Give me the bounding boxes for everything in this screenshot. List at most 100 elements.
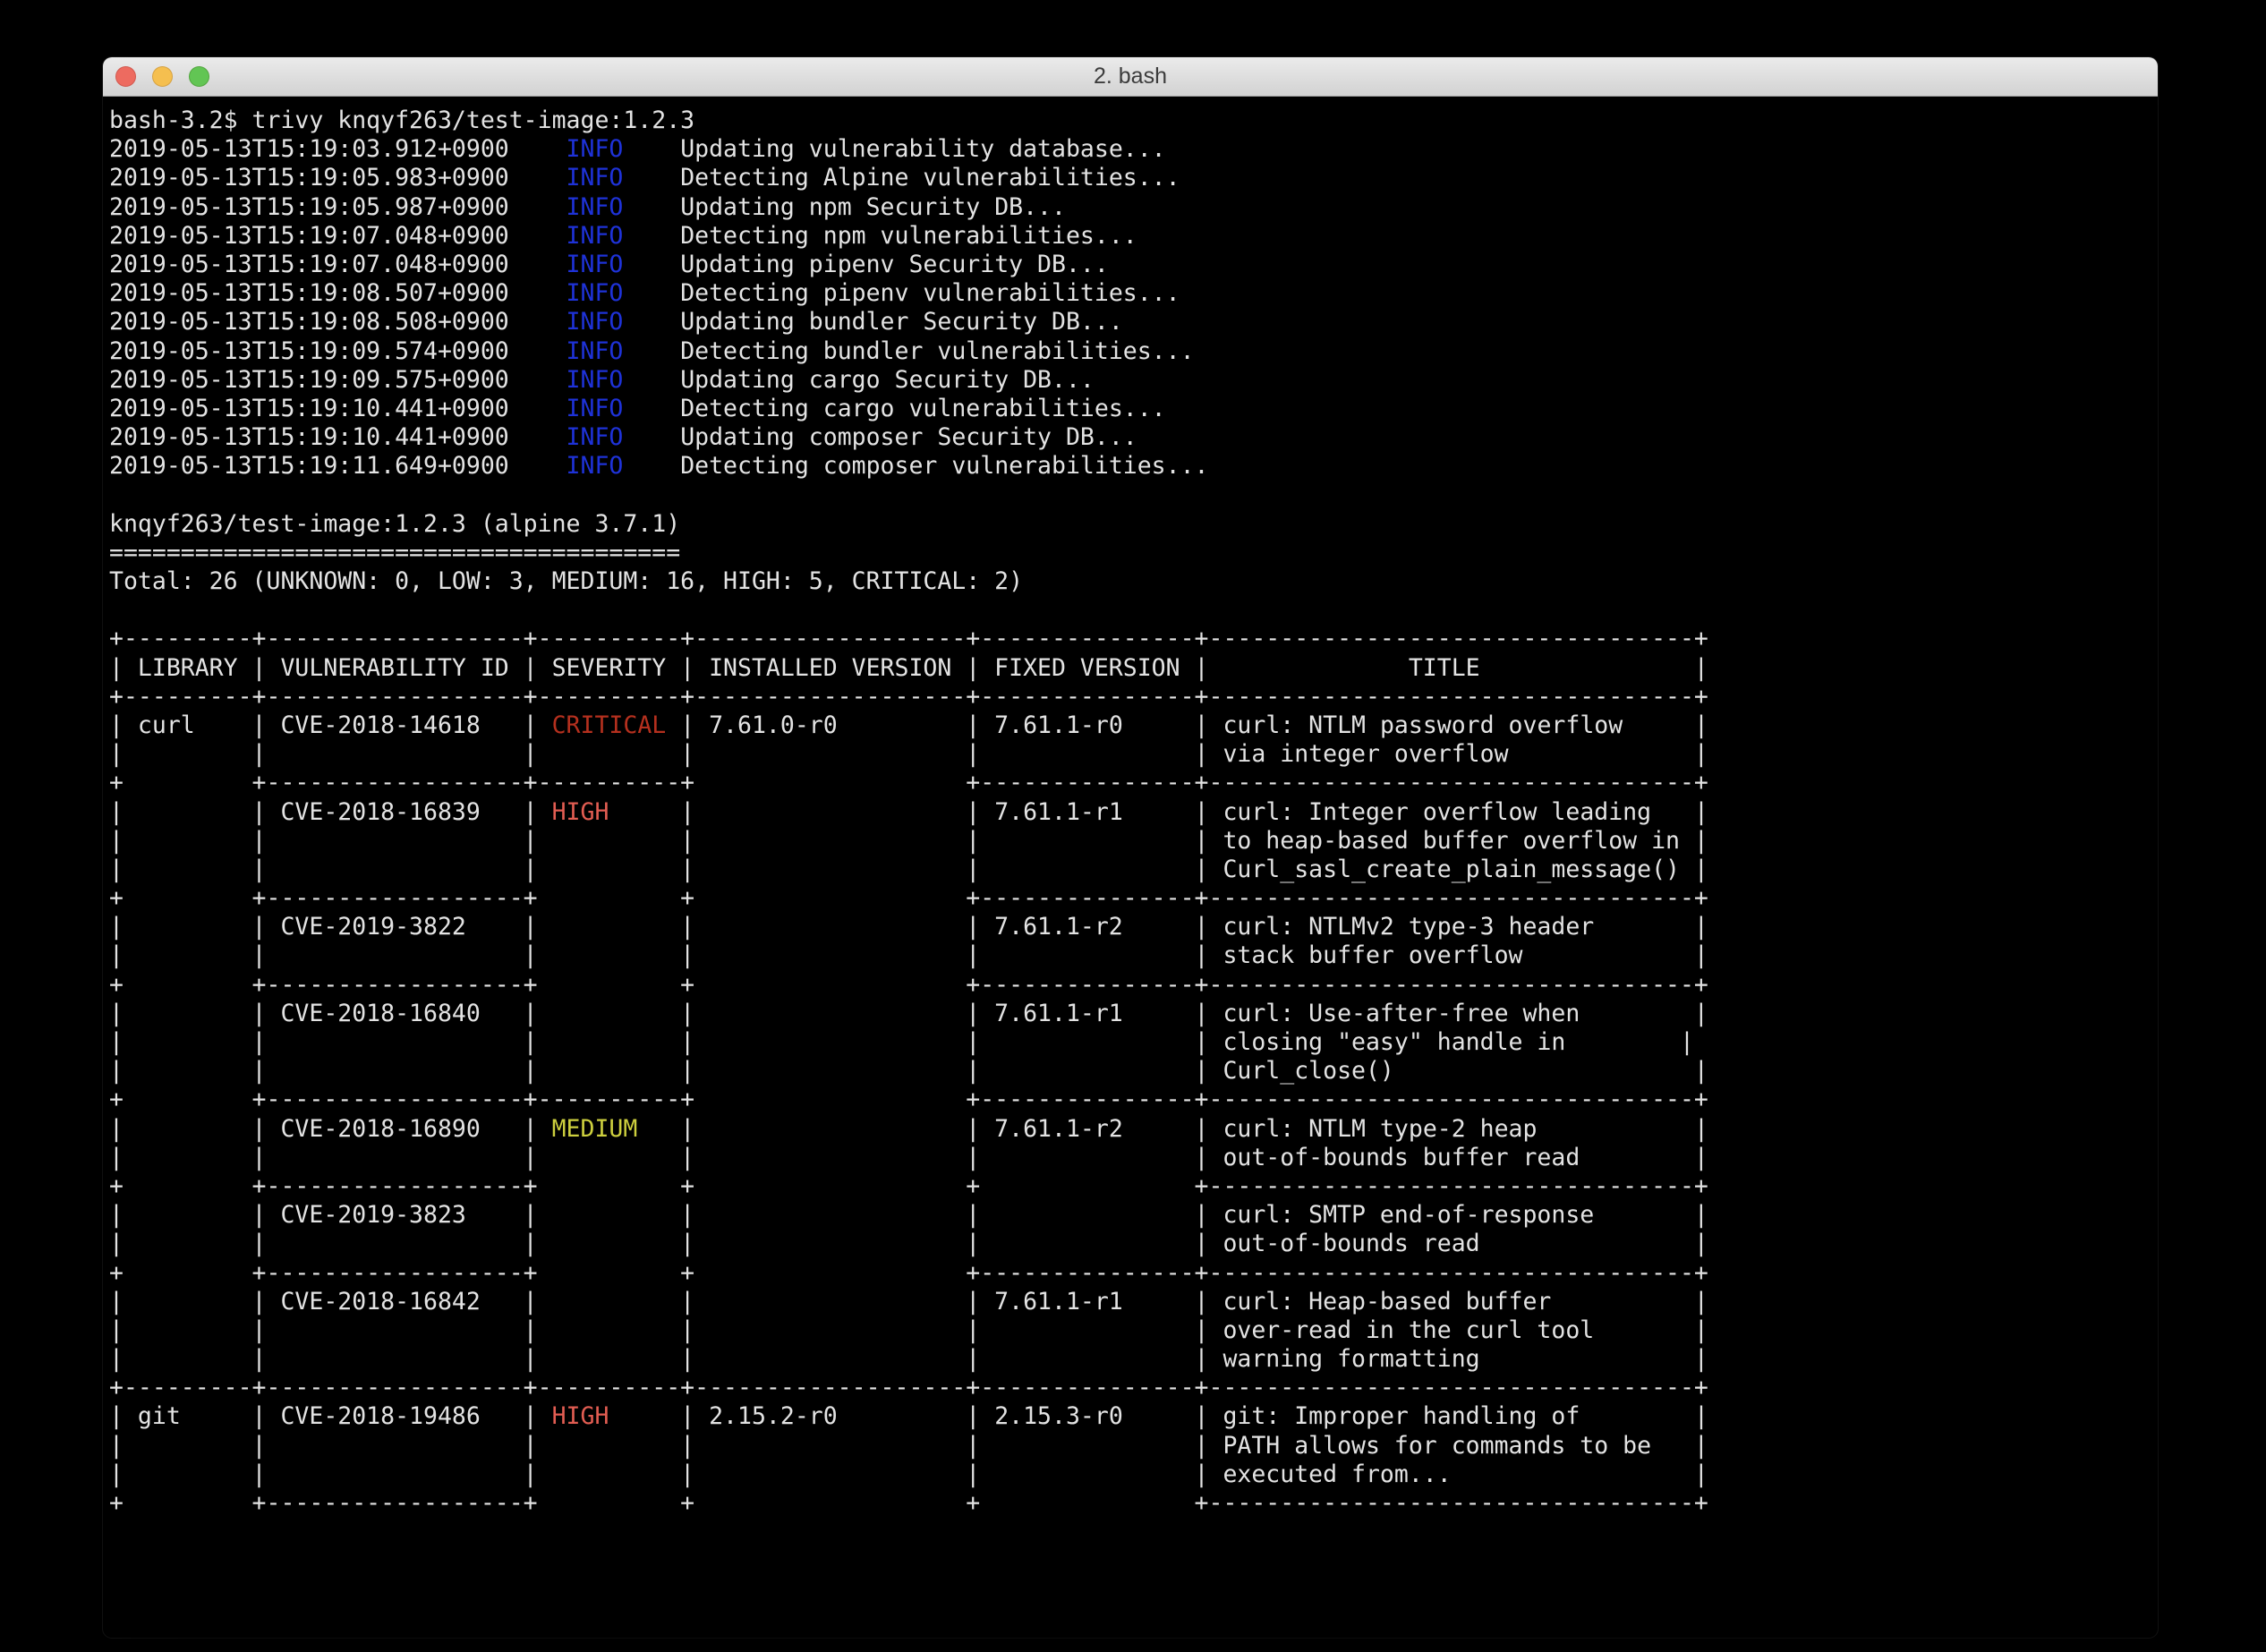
terminal-output[interactable]: bash-3.2$ trivy knqyf263/test-image:1.2.… <box>103 97 2158 1638</box>
terminal-text: +---------+------------------+----------… <box>109 1374 1708 1401</box>
terminal-text: | | CVE-2019-3823 | | | | curl: SMTP end… <box>109 1201 1708 1229</box>
terminal-text: Detecting cargo vulnerabilities... <box>623 395 1165 422</box>
terminal-line: bash-3.2$ trivy knqyf263/test-image:1.2.… <box>109 106 2158 135</box>
terminal-text: +---------+------------------+----------… <box>109 683 1708 711</box>
terminal-line: | | | | | | warning formatting | <box>109 1345 2158 1374</box>
terminal-text: 2019-05-13T15:19:08.508+0900 <box>109 308 566 336</box>
terminal-text: | | CVE-2019-3822 | | | 7.61.1-r2 | curl… <box>109 913 1708 941</box>
terminal-text: Updating pipenv Security DB... <box>623 251 1108 278</box>
terminal-text: +---------+------------------+----------… <box>109 625 1708 652</box>
info-text: INFO <box>566 164 624 192</box>
terminal-text: | | 7.61.1-r1 | curl: Integer overflow l… <box>609 798 1708 826</box>
terminal-text: ======================================== <box>109 539 680 566</box>
terminal-line: 2019-05-13T15:19:10.441+0900 INFO Detect… <box>109 395 2158 423</box>
terminal-line: | | CVE-2019-3823 | | | | curl: SMTP end… <box>109 1201 2158 1230</box>
terminal-text: Detecting npm vulnerabilities... <box>623 222 1137 250</box>
terminal-line: 2019-05-13T15:19:09.575+0900 INFO Updati… <box>109 366 2158 395</box>
terminal-text: 2019-05-13T15:19:07.048+0900 <box>109 251 566 278</box>
terminal-window: 2. bash bash-3.2$ trivy knqyf263/test-im… <box>103 57 2158 1638</box>
terminal-line: | | | | | | Curl_close() | <box>109 1057 2158 1086</box>
terminal-text: | | | | | | PATH allows for commands to … <box>109 1432 1708 1460</box>
terminal-line: + +------------------+ + +--------------… <box>109 971 2158 1000</box>
terminal-text: | git | CVE-2018-19486 | <box>109 1402 552 1430</box>
terminal-line: 2019-05-13T15:19:10.441+0900 INFO Updati… <box>109 423 2158 452</box>
terminal-line: | | | | | | stack buffer overflow | <box>109 941 2158 970</box>
info-text: INFO <box>566 452 624 480</box>
info-text: INFO <box>566 135 624 163</box>
terminal-line: | | | | | | closing "easy" handle in | <box>109 1028 2158 1057</box>
terminal-text: Updating cargo Security DB... <box>623 366 1095 394</box>
terminal-text: | | | | | | to heap-based buffer overflo… <box>109 827 1708 855</box>
zoom-button[interactable] <box>189 66 209 87</box>
info-text: INFO <box>566 337 624 365</box>
terminal-text: | | CVE-2018-16839 | <box>109 798 552 826</box>
info-text: INFO <box>566 366 624 394</box>
medium-text: MEDIUM <box>552 1115 638 1143</box>
terminal-line: | | | | | | to heap-based buffer overflo… <box>109 827 2158 856</box>
terminal-line: | | CVE-2018-16839 | HIGH | | 7.61.1-r1 … <box>109 798 2158 827</box>
terminal-text: knqyf263/test-image:1.2.3 (alpine 3.7.1) <box>109 510 680 538</box>
terminal-text: 2019-05-13T15:19:07.048+0900 <box>109 222 566 250</box>
terminal-text: + +------------------+ + + +------------… <box>109 1172 1708 1200</box>
close-button[interactable] <box>115 66 136 87</box>
terminal-text: | | | | | | warning formatting | <box>109 1345 1708 1373</box>
window-titlebar[interactable]: 2. bash <box>103 57 2158 97</box>
terminal-text: | | | | | | executed from... | <box>109 1460 1708 1488</box>
terminal-line: ======================================== <box>109 539 2158 567</box>
info-text: INFO <box>566 279 624 307</box>
terminal-line: | | | | | | PATH allows for commands to … <box>109 1432 2158 1460</box>
terminal-text: Detecting composer vulnerabilities... <box>623 452 1208 480</box>
terminal-text: | 7.61.0-r0 | 7.61.1-r0 | curl: NTLM pas… <box>666 711 1708 739</box>
terminal-text: | | | | | | stack buffer overflow | <box>109 941 1708 969</box>
terminal-text: 2019-05-13T15:19:08.507+0900 <box>109 279 566 307</box>
minimize-button[interactable] <box>152 66 173 87</box>
high-text: HIGH <box>552 1402 609 1430</box>
terminal-line: | | | | | | executed from... | <box>109 1460 2158 1489</box>
terminal-text: | 2.15.2-r0 | 2.15.3-r0 | git: Improper … <box>609 1402 1708 1430</box>
terminal-text: Updating composer Security DB... <box>623 423 1137 451</box>
terminal-line: + +------------------+ + +--------------… <box>109 1259 2158 1288</box>
terminal-line: | | | | | | via integer overflow | <box>109 740 2158 769</box>
terminal-line: | git | CVE-2018-19486 | HIGH | 2.15.2-r… <box>109 1402 2158 1431</box>
terminal-text: + +------------------+ + +--------------… <box>109 884 1708 912</box>
terminal-line: 2019-05-13T15:19:07.048+0900 INFO Updati… <box>109 251 2158 279</box>
terminal-text: + +------------------+ + +--------------… <box>109 1259 1708 1287</box>
info-text: INFO <box>566 308 624 336</box>
terminal-text: | | | | | | via integer overflow | <box>109 740 1708 768</box>
terminal-text: | | 7.61.1-r2 | curl: NTLM type-2 heap | <box>637 1115 1708 1143</box>
terminal-line: 2019-05-13T15:19:08.507+0900 INFO Detect… <box>109 279 2158 308</box>
terminal-line: | curl | CVE-2018-14618 | CRITICAL | 7.6… <box>109 711 2158 740</box>
window-title: 2. bash <box>1094 64 1167 89</box>
terminal-line: 2019-05-13T15:19:07.048+0900 INFO Detect… <box>109 222 2158 251</box>
terminal-text: 2019-05-13T15:19:03.912+0900 <box>109 135 566 163</box>
terminal-text: 2019-05-13T15:19:05.987+0900 <box>109 193 566 221</box>
info-text: INFO <box>566 423 624 451</box>
terminal-text: | | | | | | Curl_sasl_create_plain_messa… <box>109 856 1708 883</box>
terminal-text: 2019-05-13T15:19:09.575+0900 <box>109 366 566 394</box>
high-text: HIGH <box>552 798 609 826</box>
terminal-text: | LIBRARY | VULNERABILITY ID | SEVERITY … <box>109 654 1708 682</box>
terminal-line: | | CVE-2018-16890 | MEDIUM | | 7.61.1-r… <box>109 1115 2158 1144</box>
terminal-line: | LIBRARY | VULNERABILITY ID | SEVERITY … <box>109 654 2158 683</box>
info-text: INFO <box>566 395 624 422</box>
terminal-line: + +------------------+----------+ +-----… <box>109 1086 2158 1114</box>
traffic-lights <box>115 66 209 87</box>
terminal-text: 2019-05-13T15:19:05.983+0900 <box>109 164 566 192</box>
terminal-line: +---------+------------------+----------… <box>109 683 2158 711</box>
terminal-text: Updating bundler Security DB... <box>623 308 1122 336</box>
terminal-text: bash-3.2$ trivy knqyf263/test-image:1.2.… <box>109 106 694 134</box>
terminal-text: 2019-05-13T15:19:11.649+0900 <box>109 452 566 480</box>
terminal-text: + +------------------+ + + +------------… <box>109 1489 1708 1517</box>
terminal-line <box>109 481 2158 509</box>
terminal-line: | | | | | | out-of-bounds buffer read | <box>109 1144 2158 1172</box>
terminal-text: Detecting bundler vulnerabilities... <box>623 337 1194 365</box>
terminal-line: Total: 26 (UNKNOWN: 0, LOW: 3, MEDIUM: 1… <box>109 567 2158 596</box>
terminal-line: 2019-05-13T15:19:05.983+0900 INFO Detect… <box>109 164 2158 192</box>
terminal-line: +---------+------------------+----------… <box>109 1374 2158 1402</box>
terminal-line: | | CVE-2018-16840 | | | 7.61.1-r1 | cur… <box>109 1000 2158 1028</box>
terminal-line: | | | | | | out-of-bounds read | <box>109 1230 2158 1258</box>
terminal-text: 2019-05-13T15:19:09.574+0900 <box>109 337 566 365</box>
terminal-text: Total: 26 (UNKNOWN: 0, LOW: 3, MEDIUM: 1… <box>109 567 1023 595</box>
terminal-line: 2019-05-13T15:19:03.912+0900 INFO Updati… <box>109 135 2158 164</box>
terminal-line: | | | | | | Curl_sasl_create_plain_messa… <box>109 856 2158 884</box>
